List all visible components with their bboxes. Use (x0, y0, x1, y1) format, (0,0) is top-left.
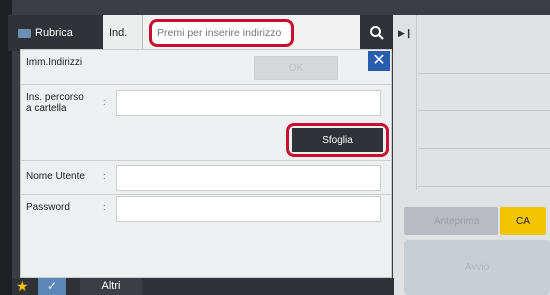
divider (21, 194, 391, 195)
ok-button[interactable]: OK (254, 56, 338, 80)
tab-address-book[interactable]: Rubrica (8, 15, 103, 51)
password-field[interactable] (116, 196, 381, 222)
divider (21, 84, 391, 85)
browse-button[interactable]: Sfoglia (292, 128, 383, 152)
check-icon[interactable]: ✓ (38, 278, 66, 295)
tab-address-book-label: Rubrica (35, 27, 73, 39)
address-input[interactable] (149, 19, 294, 47)
close-icon[interactable]: ✕ (368, 51, 390, 71)
username-field[interactable] (116, 165, 381, 191)
right-list-line (418, 73, 550, 74)
screen: ▶❙ Anteprima CA Avvio Rubrica Ind. Imm.I… (0, 0, 550, 295)
folder-path-label: Ins. percorso a cartella (26, 92, 84, 114)
colon: : (103, 202, 106, 212)
start-button[interactable]: Avvio (404, 240, 550, 295)
star-icon[interactable]: ★ (16, 278, 32, 295)
search-icon (369, 26, 384, 40)
right-list-line (418, 186, 550, 187)
tab-other[interactable]: Altri (80, 278, 142, 295)
right-list-line (418, 148, 550, 149)
ca-button[interactable]: CA (500, 207, 546, 235)
expand-arrow-icon[interactable]: ▶❙ (398, 28, 412, 40)
right-divider (416, 15, 417, 190)
username-label: Nome Utente (26, 171, 85, 182)
right-list-line (418, 110, 550, 111)
dialog-title: Imm.Indirizzi (26, 57, 83, 68)
divider (21, 160, 391, 161)
folder-path-label-line2: a cartella (26, 103, 67, 114)
tab-direct-address[interactable]: Ind. (103, 15, 143, 51)
password-label: Password (26, 202, 70, 213)
folder-path-field[interactable] (116, 90, 381, 116)
preview-button[interactable]: Anteprima (404, 207, 498, 235)
search-button[interactable] (360, 15, 393, 51)
folder-path-label-line1: Ins. percorso (26, 92, 84, 103)
colon: : (103, 171, 106, 181)
colon: : (103, 97, 106, 107)
bottom-strip (12, 278, 394, 295)
address-book-icon (18, 28, 31, 38)
